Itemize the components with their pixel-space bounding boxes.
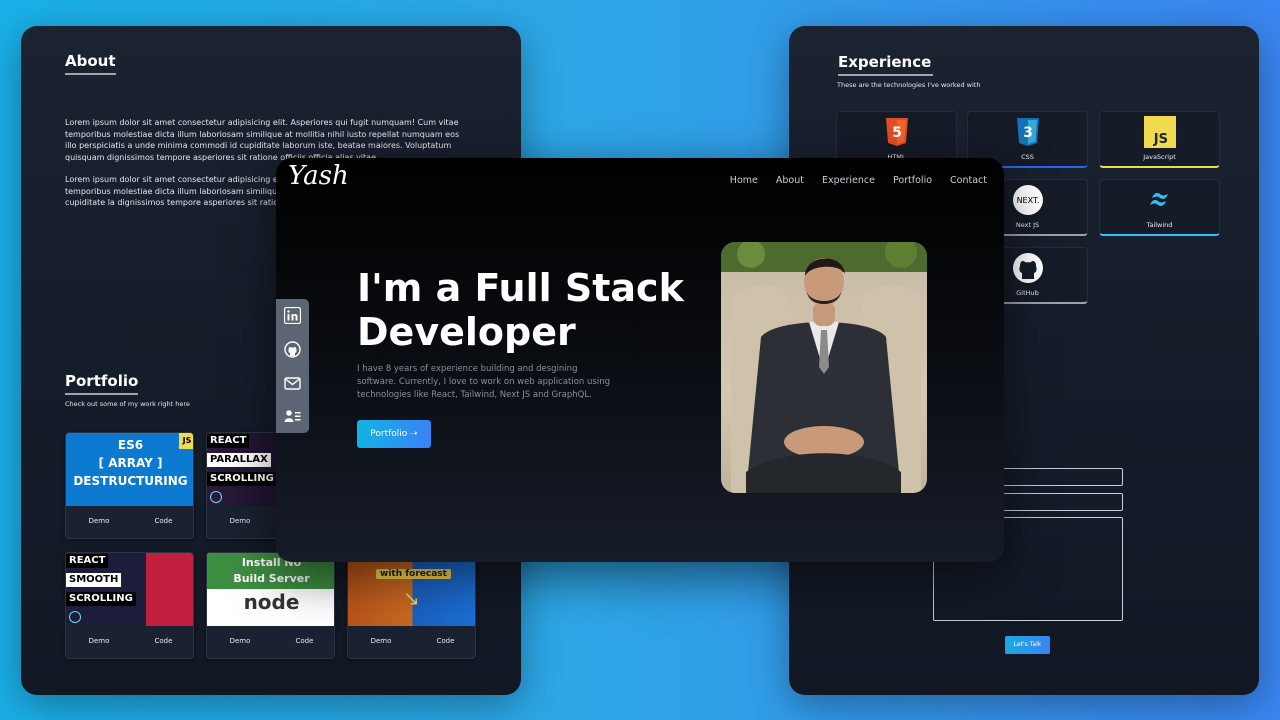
thumb-text: SMOOTH — [66, 573, 122, 587]
nav-about[interactable]: About — [776, 175, 804, 186]
resume-icon[interactable] — [284, 408, 301, 425]
main-nav: Home About Experience Portfolio Contact — [730, 175, 987, 186]
svg-text:NEXT.: NEXT. — [1016, 196, 1039, 205]
portfolio-subtitle: Check out some of my work right here — [65, 400, 190, 408]
demo-link[interactable]: Demo — [230, 637, 251, 645]
hero-description: I have 8 years of experience building an… — [357, 364, 610, 400]
svg-text:JS: JS — [1152, 132, 1167, 147]
site-logo[interactable]: Yash — [288, 161, 349, 191]
es6-thumbnail: JS ES6 [ ARRAY ] DESTRUCTURING — [66, 433, 193, 506]
portfolio-card-node[interactable]: Install No Build Server node Demo Code — [206, 552, 335, 659]
portfolio-card-weather[interactable]: with forecast ↘ Demo Code — [347, 552, 476, 659]
profile-photo — [721, 242, 927, 493]
code-link[interactable]: Code — [155, 517, 173, 525]
thumb-text: with forecast — [376, 569, 451, 579]
nav-home[interactable]: Home — [730, 175, 758, 186]
tailwind-icon — [1149, 193, 1168, 206]
react-icon — [210, 491, 222, 503]
css3-icon: 3 — [1016, 118, 1039, 146]
svg-text:5: 5 — [892, 125, 902, 141]
hero-title: I'm a Full Stack Developer — [357, 266, 697, 354]
nodejs-logo-icon: node — [243, 590, 300, 614]
tech-label: JavaScript — [1143, 153, 1176, 161]
weather-thumbnail: with forecast ↘ — [348, 553, 475, 626]
thumb-text: ES6 — [117, 438, 144, 452]
tech-card-javascript: JS JavaScript — [1099, 111, 1220, 168]
nav-portfolio[interactable]: Portfolio — [893, 175, 932, 186]
code-link[interactable]: Code — [296, 637, 314, 645]
github-icon[interactable] — [284, 341, 301, 358]
code-link[interactable]: Code — [155, 637, 173, 645]
about-paragraph-1: Lorem ipsum dolor sit amet consectetur a… — [65, 118, 460, 162]
mail-icon[interactable] — [284, 375, 301, 392]
javascript-icon: JS — [1143, 116, 1176, 148]
demo-link[interactable]: Demo — [89, 637, 110, 645]
thumb-text: DESTRUCTURING — [73, 474, 188, 488]
thumb-text: REACT — [207, 434, 250, 448]
experience-subtitle: These are the technologies I've worked w… — [837, 81, 981, 89]
about-title: About — [65, 52, 116, 75]
hero-panel: Yash Home About Experience Portfolio Con… — [276, 158, 1004, 562]
thumb-text: REACT — [66, 554, 109, 568]
portfolio-card-es6[interactable]: JS ES6 [ ARRAY ] DESTRUCTURING Demo Code — [65, 432, 194, 539]
tech-label: Tailwind — [1146, 221, 1173, 229]
code-link[interactable]: Code — [437, 637, 455, 645]
smooth-thumbnail: REACT SMOOTH SCROLLING — [66, 553, 193, 626]
hero-title-line-2: Developer — [357, 310, 576, 354]
node-thumbnail: Install No Build Server node — [207, 553, 334, 626]
demo-link[interactable]: Demo — [230, 517, 251, 525]
github-icon — [1012, 253, 1043, 283]
lets-talk-button[interactable]: Let's Talk — [1005, 636, 1050, 654]
tech-card-tailwind: Tailwind — [1099, 179, 1220, 236]
thumb-text: PARALLAX — [207, 453, 271, 467]
react-icon — [69, 611, 81, 623]
portfolio-card-smooth[interactable]: REACT SMOOTH SCROLLING Demo Code — [65, 552, 194, 659]
portfolio-title: Portfolio — [65, 372, 139, 395]
nav-experience[interactable]: Experience — [822, 175, 875, 186]
portfolio-button[interactable]: Portfolio ➝ — [357, 420, 431, 448]
thumb-text: SCROLLING — [66, 592, 136, 606]
social-sidebar — [276, 299, 309, 433]
svg-text:3: 3 — [1023, 125, 1033, 141]
demo-link[interactable]: Demo — [371, 637, 392, 645]
arrow-icon: ↘ — [403, 586, 420, 610]
hero-title-line-1: I'm a Full Stack — [357, 266, 684, 310]
linkedin-icon[interactable] — [284, 307, 301, 324]
thumb-text: [ ARRAY ] — [98, 456, 163, 470]
experience-title: Experience — [838, 53, 934, 76]
html5-icon: 5 — [885, 118, 908, 146]
nextjs-icon: NEXT. — [1012, 185, 1043, 215]
demo-link[interactable]: Demo — [89, 517, 110, 525]
nav-contact[interactable]: Contact — [950, 175, 987, 186]
thumb-text: Build Server — [233, 572, 310, 585]
thumb-text: SCROLLING — [207, 472, 277, 486]
